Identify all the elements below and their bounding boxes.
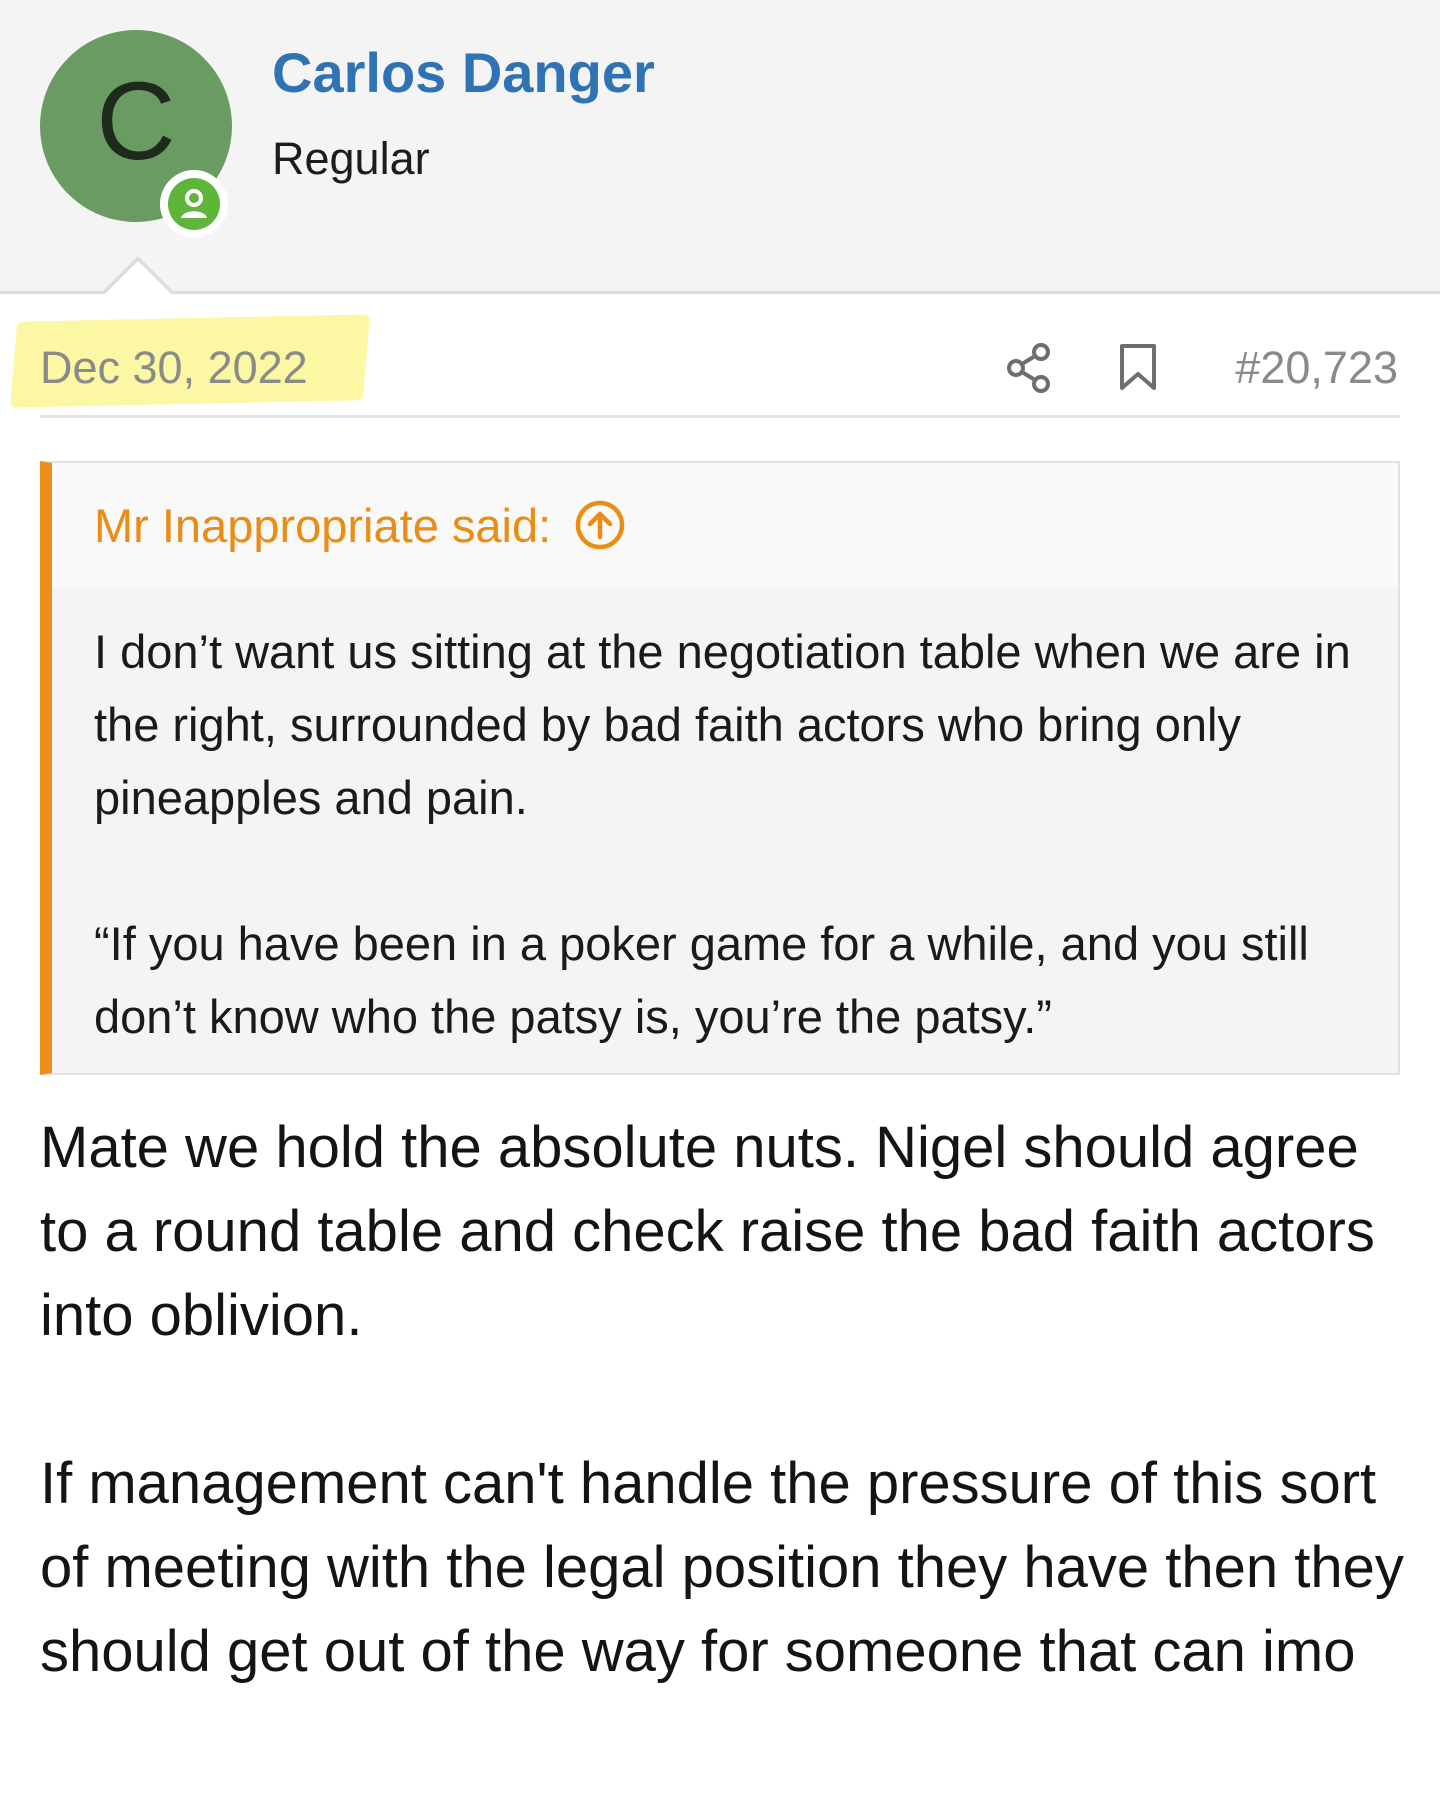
bookmark-icon[interactable] (1117, 342, 1159, 392)
quote-author[interactable]: Mr Inappropriate said: (94, 498, 551, 553)
quote-paragraph: I don’t want us sitting at the negotiati… (94, 625, 1351, 824)
user-title: Regular (272, 133, 430, 184)
quote-block: Mr Inappropriate said: I don’t want us s… (40, 461, 1400, 1075)
user-header: C Carlos Danger Regular (0, 0, 1440, 296)
post-number-link[interactable]: #20,723 (1235, 342, 1398, 394)
quote-header[interactable]: Mr Inappropriate said: (52, 463, 1398, 587)
arrow-up-circle-icon[interactable] (573, 498, 627, 552)
post-paragraph: If management can't handle the pressure … (40, 1451, 1404, 1684)
share-icon[interactable] (1005, 342, 1053, 394)
online-status-badge (160, 170, 228, 238)
post-body: Mate we hold the absolute nuts. Nigel sh… (40, 1106, 1410, 1694)
quote-body: I don’t want us sitting at the negotiati… (52, 587, 1398, 1053)
user-circle-icon (168, 178, 220, 230)
username-link[interactable]: Carlos Danger (272, 40, 655, 105)
quote-paragraph: “If you have been in a poker game for a … (94, 917, 1309, 1043)
meta-divider (40, 415, 1400, 418)
avatar-letter: C (96, 60, 176, 183)
post-paragraph: Mate we hold the absolute nuts. Nigel sh… (40, 1115, 1375, 1348)
post-date-link[interactable]: Dec 30, 2022 (40, 342, 308, 394)
